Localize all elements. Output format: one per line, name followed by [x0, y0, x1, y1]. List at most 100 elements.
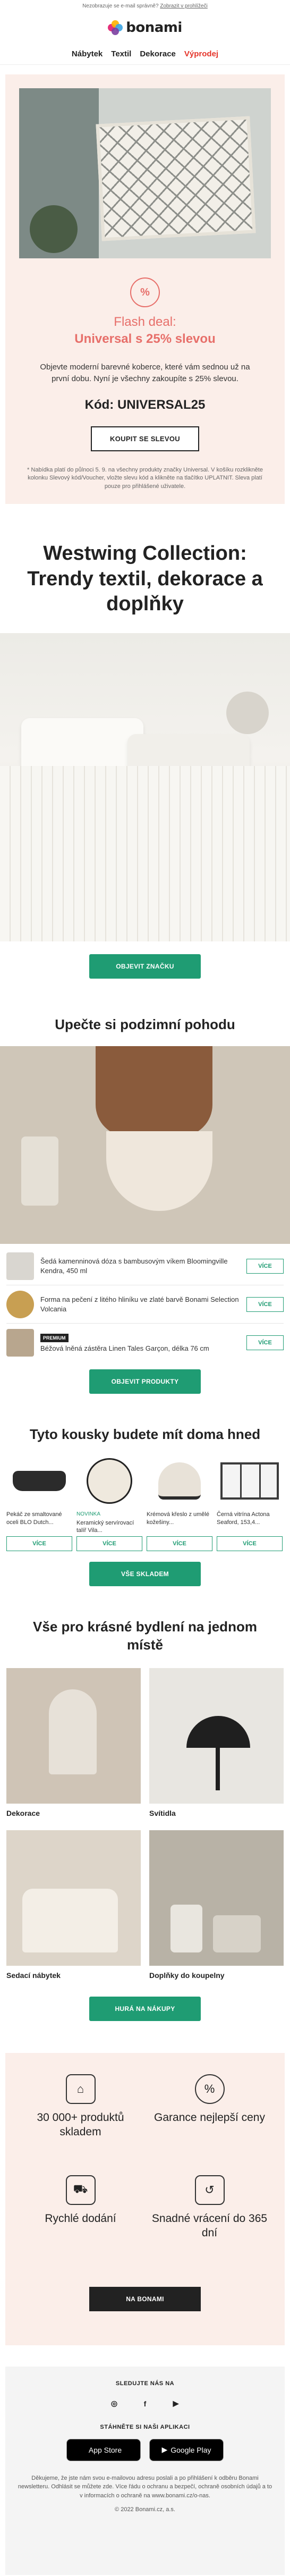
buy-with-discount-button[interactable]: KOUPIT SE SLEVOU — [91, 426, 199, 451]
vase-shape — [49, 1689, 97, 1774]
product-thumbnail[interactable] — [6, 1252, 34, 1280]
category-image[interactable] — [149, 1668, 284, 1804]
more-button[interactable]: VÍCE — [246, 1258, 284, 1274]
category-image[interactable] — [6, 1830, 141, 1966]
instagram-icon[interactable]: ◎ — [108, 2397, 121, 2410]
usp-text: Garance nejlepší ceny — [154, 2111, 265, 2124]
nav-item-decor[interactable]: Dekorace — [140, 49, 176, 58]
usp-text: Snadné vrácení do 365 dní — [151, 2212, 268, 2239]
badge-icon: % — [194, 2074, 225, 2104]
nav-item-furniture[interactable]: Nábytek — [72, 49, 103, 58]
promo-terms: * Nabídka platí do půlnoci 5. 9. na všec… — [27, 466, 263, 490]
nav-item-textile[interactable]: Textil — [111, 49, 131, 58]
more-button[interactable]: VÍCE — [246, 1335, 284, 1351]
category-card-seating[interactable]: Sedací nábytek — [6, 1830, 141, 1984]
product-image[interactable] — [147, 1454, 212, 1508]
product-image[interactable] — [217, 1454, 283, 1508]
category-image[interactable] — [149, 1830, 284, 1966]
category-card-decor[interactable]: Dekorace — [6, 1668, 141, 1822]
category-label[interactable]: Doplňky do koupelny — [149, 1971, 284, 1984]
google-play-button[interactable]: ▶ Google Play — [149, 2438, 224, 2461]
footer: SLEDUJTE NÁS NA ◎ f ▶ STÁHNĚTE SI NAŠI A… — [5, 2366, 285, 2575]
discover-products-button[interactable]: OBJEVIT PRODUKTY — [89, 1369, 201, 1394]
product-image[interactable] — [6, 1454, 72, 1508]
product-card[interactable]: Černá vitrína Actona Seaford, 153,4... V… — [217, 1454, 283, 1552]
more-button[interactable]: VÍCE — [76, 1536, 142, 1552]
armchair-shape — [158, 1462, 201, 1500]
rug-shape — [96, 116, 256, 241]
collection-image[interactable] — [0, 633, 290, 941]
promo-description: Objevte moderní barevné koberce, které v… — [40, 363, 250, 383]
bonami-logo-icon — [108, 20, 123, 35]
usp-text: 30 000+ produktů skladem — [37, 2111, 124, 2138]
flash-deal-subtitle: Universal s 25% slevou — [74, 332, 216, 346]
category-label[interactable]: Dekorace — [6, 1809, 141, 1822]
more-button[interactable]: VÍCE — [147, 1536, 212, 1552]
app-download-label: STÁHNĚTE SI NAŠI APLIKACI — [100, 2423, 190, 2430]
app-store-label: App Store — [88, 2445, 122, 2454]
percent-badge-icon: % — [130, 277, 160, 307]
list-item[interactable]: Šedá kamenninová dóza s bambusovým víkem… — [6, 1247, 284, 1286]
view-in-browser-link[interactable]: Zobrazit v prohlížeči — [160, 3, 207, 9]
more-button[interactable]: VÍCE — [6, 1536, 72, 1552]
product-name: Černá vitrína Actona Seaford, 153,4... — [217, 1511, 270, 1526]
email-wrapper: Nezobrazuje se e-mail správně? Zobrazit … — [0, 0, 290, 2575]
product-name: Krémová křeslo z umělé kožešiny... — [147, 1511, 209, 1526]
promo-image[interactable] — [19, 88, 271, 258]
product-thumbnail[interactable] — [6, 1290, 34, 1318]
plate-shape — [87, 1458, 132, 1504]
product-name[interactable]: Forma na pečení z litého hliníku ve zlat… — [34, 1295, 246, 1314]
usp-item: % Garance nejlepší ceny — [145, 2074, 274, 2175]
product-card[interactable]: NOVINKA Keramický servírovací talíř Vila… — [76, 1454, 142, 1552]
product-card[interactable]: Pekáč ze smaltované oceli BLO Dutch... V… — [6, 1454, 72, 1552]
plant-shape — [30, 205, 78, 253]
google-play-label: Google Play — [170, 2445, 211, 2454]
jar-shape — [21, 1137, 58, 1206]
flash-deal-title: Flash deal: — [114, 315, 176, 329]
category-image[interactable] — [6, 1668, 141, 1804]
usp-item: ⛟ Rychlé dodání — [16, 2175, 145, 2276]
go-shopping-button[interactable]: HURÁ NA NÁKUPY — [89, 1996, 201, 2021]
usp-grid: ⌂ 30 000+ produktů skladem % Garance nej… — [16, 2074, 274, 2276]
list-item[interactable]: PREMIUM Béžová lněná zástěra Linen Tales… — [6, 1324, 284, 1362]
sofa-icon: ⌂ — [65, 2074, 96, 2104]
home-items-title: Tyto kousky budete mít doma hned — [29, 1426, 261, 1443]
home-items-grid: Pekáč ze smaltované oceli BLO Dutch... V… — [6, 1454, 284, 1552]
product-name: Keramický servírovací talíř Vila... — [76, 1519, 134, 1534]
go-to-bonami-button[interactable]: NA BONAMI — [89, 2286, 201, 2311]
product-name-block[interactable]: PREMIUM Béžová lněná zástěra Linen Tales… — [34, 1333, 246, 1353]
product-name: Pekáč ze smaltované oceli BLO Dutch... — [6, 1511, 62, 1526]
autumn-product-list: Šedá kamenninová dóza s bambusovým víkem… — [0, 1247, 290, 1362]
youtube-icon[interactable]: ▶ — [169, 2397, 182, 2410]
category-label[interactable]: Sedací nábytek — [6, 1971, 141, 1984]
list-item[interactable]: Forma na pečení z litého hliníku ve zlat… — [6, 1285, 284, 1324]
product-name: Béžová lněná zástěra Linen Tales Garçon,… — [40, 1344, 209, 1353]
social-links: ◎ f ▶ — [16, 2397, 274, 2410]
product-thumbnail[interactable] — [6, 1329, 34, 1357]
nav-item-sale[interactable]: Výprodej — [184, 49, 218, 58]
legal-text: Děkujeme, že jste nám svou e-mailovou ad… — [18, 2474, 272, 2499]
chair-shape — [22, 1888, 118, 1952]
dispenser-shape — [170, 1904, 202, 1952]
all-in-stock-button[interactable]: VŠE SKLADEM — [89, 1562, 201, 1587]
product-card[interactable]: Krémová křeslo z umělé kožešiny... VÍCE — [147, 1454, 212, 1552]
product-image[interactable] — [76, 1454, 142, 1508]
logo-text: bonami — [126, 20, 182, 36]
promo-code: Kód: UNIVERSAL25 — [84, 397, 206, 412]
discover-brand-button[interactable]: OBJEVIT ZNAČKU — [89, 954, 201, 979]
more-button[interactable]: VÍCE — [246, 1297, 284, 1312]
usp-item: ↺ Snadné vrácení do 365 dní — [145, 2175, 274, 2276]
app-store-button[interactable]: App Store — [66, 2438, 141, 2461]
more-button[interactable]: VÍCE — [217, 1536, 283, 1552]
dutch-oven-shape — [13, 1471, 66, 1492]
copyright: © 2022 Bonami.cz, a.s. — [115, 2506, 175, 2513]
product-name[interactable]: Šedá kamenninová dóza s bambusovým víkem… — [34, 1257, 246, 1275]
category-card-lighting[interactable]: Svítidla — [149, 1668, 284, 1822]
category-label[interactable]: Svítidla — [149, 1809, 284, 1822]
return-icon: ↺ — [194, 2175, 225, 2205]
tray-shape — [213, 1915, 261, 1952]
logo[interactable]: bonami — [0, 12, 290, 44]
category-card-bathroom[interactable]: Doplňky do koupelny — [149, 1830, 284, 1984]
autumn-image[interactable] — [0, 1046, 290, 1244]
facebook-icon[interactable]: f — [139, 2397, 151, 2410]
